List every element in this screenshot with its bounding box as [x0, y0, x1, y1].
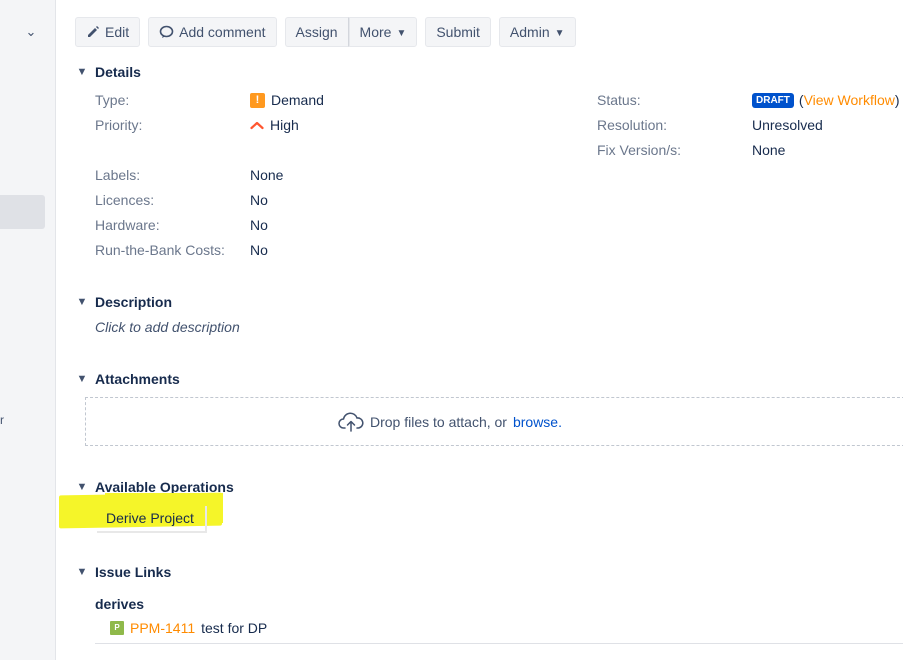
details-heading: Details: [95, 64, 141, 80]
chevron-down-icon: ▼: [396, 27, 407, 39]
attachments-heading: Attachments: [95, 371, 180, 387]
chevron-down-icon[interactable]: ⌄: [23, 24, 39, 40]
demand-issue-type-icon: !: [250, 92, 265, 108]
resolution-value: Unresolved: [752, 117, 823, 133]
admin-label: Admin: [509, 24, 550, 40]
description-field[interactable]: Click to add description: [95, 319, 240, 335]
more-button[interactable]: More ▼: [348, 17, 418, 47]
description-section-toggle[interactable]: ▼ Description: [75, 294, 172, 310]
sidebar-selected-item[interactable]: [0, 195, 45, 229]
linked-issue-key[interactable]: PPM-1411: [130, 620, 195, 636]
chevron-down-icon: ▼: [76, 566, 88, 578]
licences-value[interactable]: No: [250, 192, 268, 208]
more-label: More: [359, 24, 392, 40]
edit-label: Edit: [105, 24, 130, 40]
status-paren-close: ): [894, 92, 900, 108]
description-heading: Description: [95, 294, 173, 310]
pencil-icon: [88, 26, 99, 37]
chevron-down-icon: ▼: [554, 27, 565, 39]
browse-link[interactable]: browse.: [513, 414, 562, 430]
link-type-label: derives: [95, 596, 145, 612]
status-label: Status:: [597, 92, 641, 108]
licences-label: Licences:: [95, 192, 155, 208]
edit-button[interactable]: Edit: [75, 17, 141, 47]
resolution-label: Resolution:: [597, 117, 668, 133]
status-value: DRAFT ( View Workflow ): [752, 92, 900, 108]
divider: [95, 643, 903, 644]
submit-button[interactable]: Submit: [425, 17, 491, 47]
dropzone-text: Drop files to attach, or: [370, 413, 507, 430]
cloud-upload-icon: [338, 412, 364, 432]
run-the-bank-costs-value[interactable]: No: [250, 242, 268, 258]
attachments-section-toggle[interactable]: ▼ Attachments: [75, 371, 180, 387]
hardware-label: Hardware:: [95, 217, 160, 233]
sidebar-item-label: r: [0, 413, 4, 427]
add-comment-label: Add comment: [179, 24, 266, 40]
assign-more-group: Assign More ▼: [284, 17, 418, 47]
run-the-bank-costs-label: Run-the-Bank Costs:: [95, 242, 225, 258]
priority-label: Priority:: [95, 117, 143, 133]
fix-versions-label: Fix Version/s:: [597, 142, 682, 158]
project-issue-type-icon: P: [110, 621, 124, 635]
chevron-down-icon: ▼: [76, 296, 88, 308]
assign-button[interactable]: Assign: [284, 17, 349, 47]
status-badge: DRAFT: [752, 92, 794, 108]
comment-icon: [159, 25, 174, 38]
attachment-dropzone[interactable]: Drop files to attach, or browse.: [85, 397, 903, 446]
issue-links-section-toggle[interactable]: ▼ Issue Links: [75, 564, 172, 580]
labels-label: Labels:: [95, 167, 141, 183]
admin-button[interactable]: Admin ▼: [498, 17, 576, 47]
linked-issue-summary: test for DP: [201, 620, 268, 636]
priority-value-text: High: [270, 117, 299, 133]
hardware-value[interactable]: No: [250, 217, 268, 233]
submit-label: Submit: [436, 24, 480, 40]
chevron-down-icon: ▼: [76, 66, 88, 78]
chevron-down-icon: ▼: [76, 481, 88, 493]
assign-label: Assign: [295, 24, 338, 40]
issue-links-heading: Issue Links: [95, 564, 172, 580]
type-value: ! Demand: [250, 92, 324, 108]
fix-versions-value[interactable]: None: [752, 142, 785, 158]
priority-value: High: [250, 117, 299, 133]
type-value-text: Demand: [271, 92, 324, 108]
add-comment-button[interactable]: Add comment: [148, 17, 277, 47]
issue-toolbar: Edit Add comment Assign More ▼ Submit Ad…: [75, 17, 576, 47]
view-workflow-link[interactable]: View Workflow: [804, 92, 895, 108]
labels-value[interactable]: None: [250, 167, 283, 183]
details-section-toggle[interactable]: ▼ Details: [75, 64, 141, 80]
issue-link-row: P PPM-1411 test for DP: [110, 620, 267, 636]
high-priority-icon: [250, 121, 264, 130]
sidebar: ⌄ r: [0, 0, 56, 660]
derive-project-button[interactable]: Derive Project: [95, 504, 205, 531]
type-label: Type:: [95, 92, 130, 108]
chevron-down-icon: ▼: [76, 373, 88, 385]
